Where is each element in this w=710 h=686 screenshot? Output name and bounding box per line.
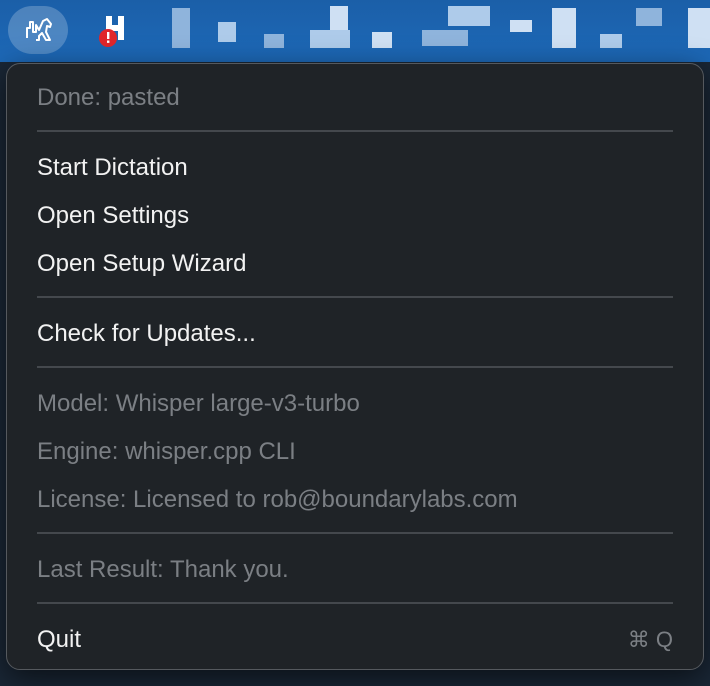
start-dictation-item[interactable]: Start Dictation [37, 153, 673, 183]
quit-item[interactable]: Quit ⌘ Q [37, 625, 673, 655]
open-setup-wizard-item[interactable]: Open Setup Wizard [37, 249, 673, 279]
blurred-menubar-item [422, 30, 468, 46]
menu-separator [37, 366, 673, 368]
engine-info: Engine: whisper.cpp CLI [37, 438, 296, 465]
blurred-menubar-item [372, 32, 392, 48]
horse-waveform-icon [26, 18, 52, 41]
menu-separator [37, 532, 673, 534]
quit-label: Quit [37, 626, 82, 653]
blurred-menubar-item [600, 34, 622, 48]
blurred-menubar-item [218, 22, 236, 42]
quit-shortcut: ⌘ Q [627, 627, 673, 652]
blurred-menubar-item [552, 8, 576, 48]
open-settings-item[interactable]: Open Settings [37, 201, 673, 231]
h-app-icon[interactable] [98, 14, 132, 48]
blurred-menubar-item [172, 8, 190, 48]
blurred-menubar-item [688, 8, 710, 48]
status-label: Done: pasted [37, 84, 180, 111]
blurred-menubar-item [330, 6, 348, 30]
blurred-menubar-item [510, 20, 532, 32]
model-info: Model: Whisper large-v3-turbo [37, 390, 360, 417]
menu-separator [37, 296, 673, 298]
last-result-info: Last Result: Thank you. [37, 556, 289, 583]
blurred-menubar-item [636, 8, 662, 26]
menu-separator [37, 602, 673, 604]
dropdown-menu: Done: pasted Start Dictation Open Settin… [6, 63, 704, 670]
blurred-menubar-item [448, 6, 490, 26]
menu-bar [0, 0, 710, 62]
blurred-menubar-item [264, 34, 284, 48]
check-for-updates-item[interactable]: Check for Updates... [37, 319, 673, 349]
license-info: License: Licensed to rob@boundarylabs.co… [37, 486, 518, 513]
menu-separator [37, 130, 673, 132]
blurred-menubar-item [310, 30, 350, 48]
menubar-app-button[interactable] [8, 6, 68, 54]
